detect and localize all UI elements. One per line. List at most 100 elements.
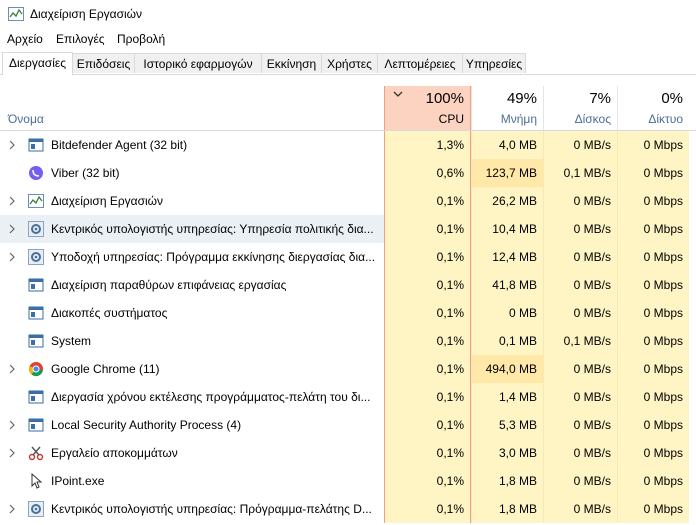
chrome-icon — [28, 362, 43, 377]
app-window-icon — [28, 138, 44, 152]
task-manager-icon — [28, 194, 44, 208]
process-name-cell: Viber (32 bit) — [0, 159, 384, 187]
table-row[interactable]: IPoint.exe 0,1% 1,8 MB 0 MB/s 0 Mbps — [0, 467, 696, 495]
process-name-cell: Διεργασία χρόνου εκτέλεσης προγράμματος-… — [0, 383, 384, 411]
table-row[interactable]: Κεντρικός υπολογιστής υπηρεσίας: Πρόγραμ… — [0, 495, 696, 523]
memory-cell: 123,7 MB — [471, 159, 543, 187]
cpu-cell: 0,1% — [384, 243, 471, 271]
disk-cell: 0 MB/s — [543, 215, 617, 243]
window-title: Διαχείριση Εργασιών — [30, 7, 143, 21]
table-row[interactable]: Local Security Authority Process (4) 0,1%… — [0, 411, 696, 439]
memory-cell: 41,8 MB — [471, 271, 543, 299]
chevron-right-icon[interactable] — [8, 504, 16, 514]
gear-icon — [28, 501, 44, 517]
table-row[interactable]: Διακοπές συστήματος 0,1% 0 MB 0 MB/s 0 Mbps — [0, 299, 696, 327]
tab-services[interactable]: Υπηρεσίες — [462, 53, 526, 73]
chevron-right-icon[interactable] — [8, 420, 16, 430]
process-name: Υποδοχή υπηρεσίας: Πρόγραμμα εκκίνησης δ… — [51, 250, 376, 264]
table-row[interactable]: Κεντρικός υπολογιστής υπηρεσίας: Υπηρεσί… — [0, 215, 696, 243]
cpu-cell: 0,1% — [384, 327, 471, 355]
table-row[interactable]: Υποδοχή υπηρεσίας: Πρόγραμμα εκκίνησης δ… — [0, 243, 696, 271]
menu-file[interactable]: Αρχείο — [7, 32, 43, 46]
memory-cell: 1,8 MB — [471, 495, 543, 523]
process-name-cell: Διαχείριση Εργασιών — [0, 187, 384, 215]
tab-performance[interactable]: Επιδόσεις — [72, 53, 135, 73]
memory-total: 49% — [506, 90, 537, 107]
table-row[interactable]: System 0,1% 0,1 MB 0,1 MB/s 0 Mbps — [0, 327, 696, 355]
cpu-cell: 0,1% — [384, 467, 471, 495]
disk-cell: 0 MB/s — [543, 467, 617, 495]
tab-users[interactable]: Χρήστες — [321, 53, 378, 73]
tab-startup[interactable]: Εκκίνηση — [261, 53, 322, 73]
menu-options[interactable]: Επιλογές — [56, 32, 105, 46]
memory-cell: 494,0 MB — [471, 355, 543, 383]
cpu-cell: 0,6% — [384, 159, 471, 187]
memory-cell: 26,2 MB — [471, 187, 543, 215]
process-name: Viber (32 bit) — [51, 166, 120, 180]
network-cell: 0 Mbps — [617, 467, 689, 495]
tab-details[interactable]: Λεπτομέρειες — [377, 53, 463, 73]
table-row[interactable]: Διεργασία χρόνου εκτέλεσης προγράμματος-… — [0, 383, 696, 411]
network-cell: 0 Mbps — [617, 243, 689, 271]
tab-processes[interactable]: Διεργασίες — [2, 52, 73, 75]
chevron-right-icon[interactable] — [8, 140, 16, 150]
cpu-cell: 0,1% — [384, 411, 471, 439]
network-total: 0% — [661, 90, 683, 107]
process-name-cell: Εργαλείο αποκομμάτων — [0, 439, 384, 467]
chevron-right-icon[interactable] — [8, 448, 16, 458]
chevron-right-icon[interactable] — [8, 224, 16, 234]
app-window-icon — [28, 306, 44, 320]
memory-label: Μνήμη — [500, 112, 537, 126]
process-name-cell: Υποδοχή υπηρεσίας: Πρόγραμμα εκκίνησης δ… — [0, 243, 384, 271]
column-name[interactable]: Όνομα — [8, 112, 44, 126]
process-name-cell: Local Security Authority Process (4) — [0, 411, 384, 439]
memory-cell: 1,8 MB — [471, 467, 543, 495]
process-name: IPoint.exe — [51, 474, 105, 488]
disk-label: Δίσκος — [574, 112, 611, 126]
network-cell: 0 Mbps — [617, 299, 689, 327]
task-manager-icon — [8, 7, 24, 21]
cpu-cell: 1,3% — [384, 131, 471, 159]
cpu-label: CPU — [438, 112, 464, 126]
chevron-right-icon[interactable] — [8, 252, 16, 262]
cpu-cell: 0,1% — [384, 439, 471, 467]
table-row[interactable]: Google Chrome (11) 0,1% 494,0 MB 0 MB/s 0 Mb… — [0, 355, 696, 383]
tab-app-history[interactable]: Ιστορικό εφαρμογών — [134, 53, 262, 73]
table-row[interactable]: Viber (32 bit) 0,6% 123,7 MB 0,1 MB/s 0 Mbps — [0, 159, 696, 187]
column-disk[interactable]: 7% Δίσκος — [543, 86, 617, 130]
process-name-cell: Διακοπές συστήματος — [0, 299, 384, 327]
process-name-cell: Διαχείριση παραθύρων επιφάνειας εργασίας — [0, 271, 384, 299]
process-name: Εργαλείο αποκομμάτων — [51, 446, 178, 460]
chevron-right-icon[interactable] — [8, 364, 16, 374]
app-window-icon — [28, 334, 44, 348]
process-name: Local Security Authority Process (4) — [51, 418, 242, 432]
process-name: Κεντρικός υπολογιστής υπηρεσίας: Υπηρεσί… — [51, 222, 374, 236]
disk-cell: 0 MB/s — [543, 299, 617, 327]
table-row[interactable]: Εργαλείο αποκομμάτων 0,1% 3,0 MB 0 MB/s 0 Mb… — [0, 439, 696, 467]
process-name-cell: Κεντρικός υπολογιστής υπηρεσίας: Πρόγραμ… — [0, 495, 384, 523]
column-cpu[interactable]: 100% CPU — [384, 86, 471, 130]
table-row[interactable]: Διαχείριση παραθύρων επιφάνειας εργασίας… — [0, 271, 696, 299]
memory-cell: 12,4 MB — [471, 243, 543, 271]
network-cell: 0 Mbps — [617, 215, 689, 243]
network-cell: 0 Mbps — [617, 187, 689, 215]
chevron-down-icon — [393, 91, 403, 97]
disk-cell: 0 MB/s — [543, 355, 617, 383]
process-name: Google Chrome (11) — [51, 362, 160, 376]
disk-cell: 0,1 MB/s — [543, 327, 617, 355]
disk-cell: 0 MB/s — [543, 131, 617, 159]
cpu-cell: 0,1% — [384, 495, 471, 523]
table-row[interactable]: Διαχείριση Εργασιών 0,1% 26,2 MB 0 MB/s 0 Mb… — [0, 187, 696, 215]
chevron-right-icon[interactable] — [8, 196, 16, 206]
column-memory[interactable]: 49% Μνήμη — [471, 86, 543, 130]
menu-bar: Αρχείο Επιλογές Προβολή — [0, 30, 696, 50]
memory-cell: 10,4 MB — [471, 215, 543, 243]
column-network[interactable]: 0% Δίκτυο — [617, 86, 689, 130]
scissors-icon — [28, 446, 44, 461]
table-row[interactable]: Bitdefender Agent (32 bit) 1,3% 4,0 MB 0 MB… — [0, 131, 696, 159]
network-cell: 0 Mbps — [617, 131, 689, 159]
viber-icon — [29, 166, 43, 180]
menu-view[interactable]: Προβολή — [117, 32, 165, 46]
network-cell: 0 Mbps — [617, 159, 689, 187]
process-name-cell: Google Chrome (11) — [0, 355, 384, 383]
